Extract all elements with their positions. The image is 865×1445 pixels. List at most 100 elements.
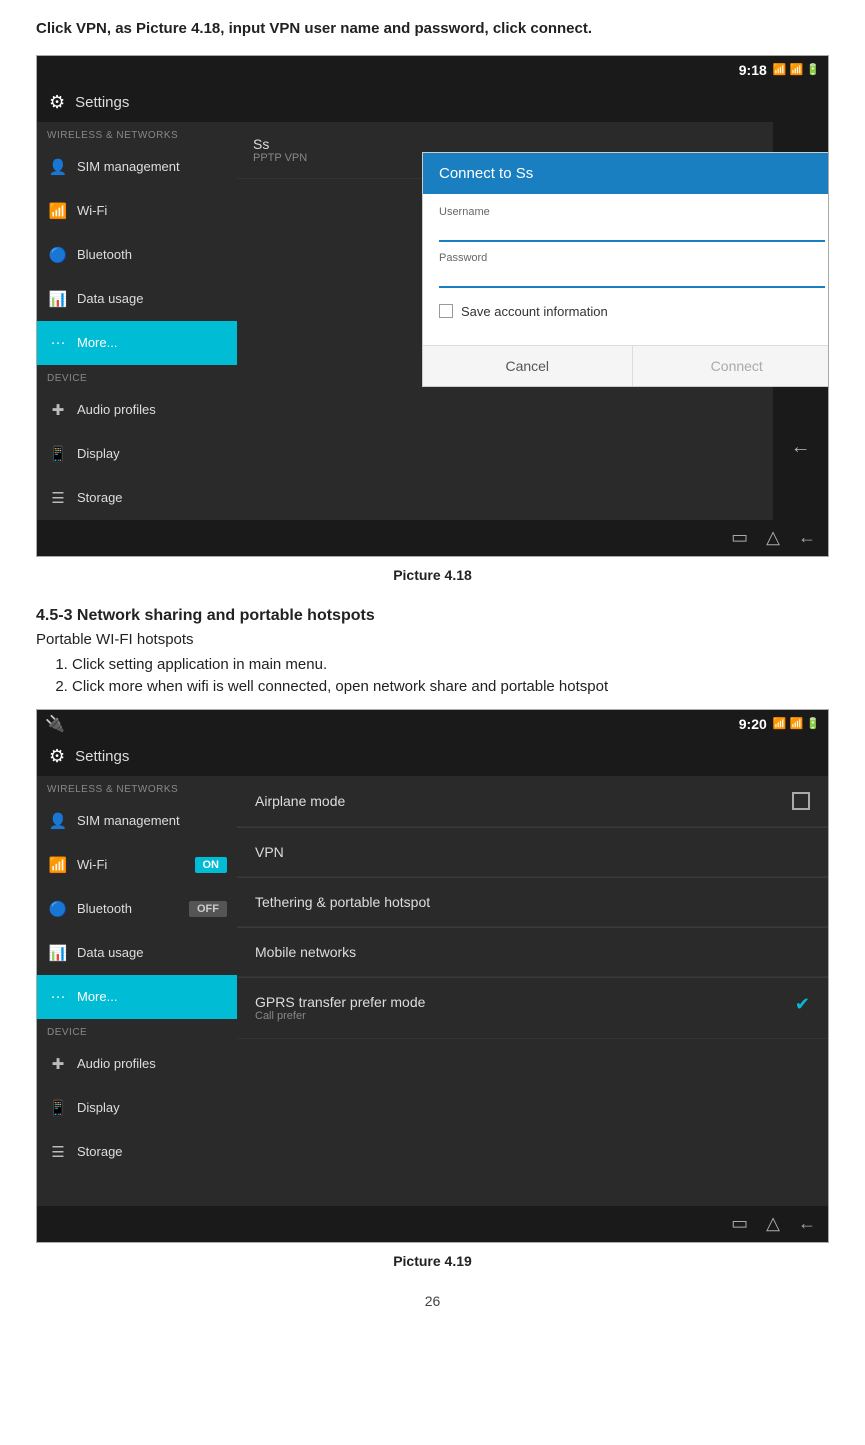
app-topbar-418: ⚙ Settings (37, 84, 828, 122)
tethering-item-419[interactable]: Tethering & portable hotspot (237, 878, 828, 927)
nav-home-419[interactable]: △ (766, 1213, 780, 1234)
sidebar-item-more-418[interactable]: ··· More... (37, 321, 237, 365)
sidebar-item-storage-418[interactable]: ☰ Storage (37, 476, 237, 520)
sidebar-display-label-419: Display (77, 1100, 120, 1115)
vpn-item-419[interactable]: VPN (237, 828, 828, 877)
sidebar-wifi-label-419: Wi-Fi (77, 857, 107, 872)
nav-home-418[interactable]: △ (766, 527, 780, 548)
status-time-418: 9:18 (739, 62, 767, 78)
settings-icon-419: ⚙ (49, 746, 65, 767)
sidebar-section2-label-419: DEVICE (37, 1019, 237, 1042)
sidebar-section1-label-419: WIRELESS & NETWORKS (37, 776, 237, 799)
vpn-password-label-418: Password (439, 252, 825, 264)
vpn-dialog-body-418: Username Password Save account informati… (423, 194, 829, 345)
vpn-cancel-btn-418[interactable]: Cancel (423, 346, 632, 386)
vpn-username-label-418: Username (439, 206, 825, 218)
nav-back-419[interactable]: ← (798, 1213, 816, 1234)
sidebar-418: WIRELESS & NETWORKS 👤 SIM management 📶 W… (37, 122, 237, 520)
settings-layout-419: WIRELESS & NETWORKS 👤 SIM management 📶 W… (37, 776, 828, 1206)
bluetooth-icon-419: 🔵 (47, 898, 69, 920)
status-time-419: 9:20 (739, 716, 767, 732)
sidebar-item-sim-418[interactable]: 👤 SIM management (37, 145, 237, 189)
wifi-toggle-419[interactable]: ON (195, 857, 228, 873)
sim-icon-418: 👤 (47, 156, 69, 178)
sidebar-item-audio-419[interactable]: ✚ Audio profiles (37, 1042, 237, 1086)
sidebar-item-more-419[interactable]: ··· More... (37, 975, 237, 1019)
bluetooth-toggle-419[interactable]: OFF (189, 901, 227, 917)
vpn-connect-btn-418[interactable]: Connect (632, 346, 830, 386)
sidebar-sim-label-418: SIM management (77, 159, 180, 174)
mobile-networks-label-419: Mobile networks (255, 944, 356, 960)
vpn-save-checkbox-418[interactable] (439, 304, 453, 318)
vpn-checkbox-row-418: Save account information (439, 304, 825, 319)
app-topbar-title-419: Settings (75, 748, 129, 765)
display-icon-419: 📱 (47, 1097, 69, 1119)
vpn-password-input-418[interactable] (439, 266, 825, 288)
page-content: Click VPN, as Picture 4.18, input VPN us… (0, 0, 865, 1339)
nav-back-418[interactable]: ← (798, 527, 816, 548)
sidebar-item-wifi-419[interactable]: 📶 Wi-Fi ON (37, 843, 237, 887)
step-1: Click setting application in main menu. (72, 656, 829, 673)
status-icons-419: 📶 📶 🔋 (773, 717, 820, 730)
sidebar-more-label-418: More... (77, 335, 117, 350)
wifi-icon-419: 📶 (47, 854, 69, 876)
sidebar-item-sim-419[interactable]: 👤 SIM management (37, 799, 237, 843)
status-bar-418: 9:18 📶 📶 🔋 (37, 56, 828, 84)
sidebar-item-display-418[interactable]: 📱 Display (37, 432, 237, 476)
app-topbar-title-418: Settings (75, 94, 129, 111)
nav-bar-419: ▭ △ ← (37, 1206, 828, 1242)
storage-icon-418: ☰ (47, 487, 69, 509)
app-topbar-419: ⚙ Settings (37, 738, 828, 776)
sidebar-item-data-419[interactable]: 📊 Data usage (37, 931, 237, 975)
vpn-item-name-418: Ss (253, 136, 757, 152)
sidebar-419: WIRELESS & NETWORKS 👤 SIM management 📶 W… (37, 776, 237, 1206)
airplane-checkbox-419[interactable] (792, 792, 810, 810)
sidebar-item-display-419[interactable]: 📱 Display (37, 1086, 237, 1130)
sidebar-item-audio-418[interactable]: ✚ Audio profiles (37, 388, 237, 432)
sidebar-bluetooth-label-419: Bluetooth (77, 901, 132, 916)
nav-back-icon-418: ← (791, 436, 811, 459)
step-2: Click more when wifi is well connected, … (72, 678, 829, 695)
vpn-username-input-418[interactable] (439, 220, 825, 242)
nav-recent-418[interactable]: ▭ (731, 527, 748, 548)
caption-419: Picture 4.19 (36, 1253, 829, 1269)
sidebar-item-wifi-418[interactable]: 📶 Wi-Fi (37, 189, 237, 233)
sidebar-bluetooth-label-418: Bluetooth (77, 247, 132, 262)
sidebar-wifi-label-418: Wi-Fi (77, 203, 107, 218)
airplane-mode-label-419: Airplane mode (255, 793, 345, 809)
sidebar-item-bluetooth-418[interactable]: 🔵 Bluetooth (37, 233, 237, 277)
status-icons-418: 📶 📶 🔋 (773, 63, 820, 76)
status-bar-419: 🔌 9:20 📶 📶 🔋 (37, 710, 828, 738)
airplane-mode-item-419[interactable]: Airplane mode (237, 776, 828, 827)
sidebar-section2-label-418: DEVICE (37, 365, 237, 388)
sidebar-data-label-418: Data usage (77, 291, 144, 306)
wifi-icon-418: 📶 (47, 200, 69, 222)
audio-icon-418: ✚ (47, 399, 69, 421)
usb-icon-419: 🔌 (45, 714, 65, 734)
sim-icon-419: 👤 (47, 810, 69, 832)
mobile-networks-item-419[interactable]: Mobile networks (237, 928, 828, 977)
sidebar-item-storage-419[interactable]: ☰ Storage (37, 1130, 237, 1174)
gprs-text-block-419: GPRS transfer prefer mode Call prefer (255, 994, 425, 1022)
sidebar-sim-label-419: SIM management (77, 813, 180, 828)
sidebar-item-bluetooth-419[interactable]: 🔵 Bluetooth OFF (37, 887, 237, 931)
sidebar-audio-label-419: Audio profiles (77, 1056, 156, 1071)
gprs-item-419[interactable]: GPRS transfer prefer mode Call prefer ✔ (237, 978, 828, 1039)
vpn-checkbox-label-418: Save account information (461, 304, 608, 319)
caption-418: Picture 4.18 (36, 567, 829, 583)
sidebar-data-label-419: Data usage (77, 945, 144, 960)
page-number: 26 (36, 1293, 829, 1309)
audio-icon-419: ✚ (47, 1053, 69, 1075)
sidebar-more-label-419: More... (77, 989, 117, 1004)
nav-recent-419[interactable]: ▭ (731, 1213, 748, 1234)
settings-layout-418: WIRELESS & NETWORKS 👤 SIM management 📶 W… (37, 122, 828, 520)
sidebar-item-data-418[interactable]: 📊 Data usage (37, 277, 237, 321)
data-icon-418: 📊 (47, 288, 69, 310)
gprs-label-419: GPRS transfer prefer mode (255, 994, 425, 1010)
screenshot-419: 🔌 9:20 📶 📶 🔋 ⚙ Settings WIRELESS & NETWO… (36, 709, 829, 1243)
tethering-label-419: Tethering & portable hotspot (255, 894, 430, 910)
more-icon-418: ··· (47, 332, 69, 354)
sidebar-section1-label-418: WIRELESS & NETWORKS (37, 122, 237, 145)
right-panel-419: Airplane mode VPN Tethering & portable h… (237, 776, 828, 1206)
vpn-label-419: VPN (255, 844, 284, 860)
